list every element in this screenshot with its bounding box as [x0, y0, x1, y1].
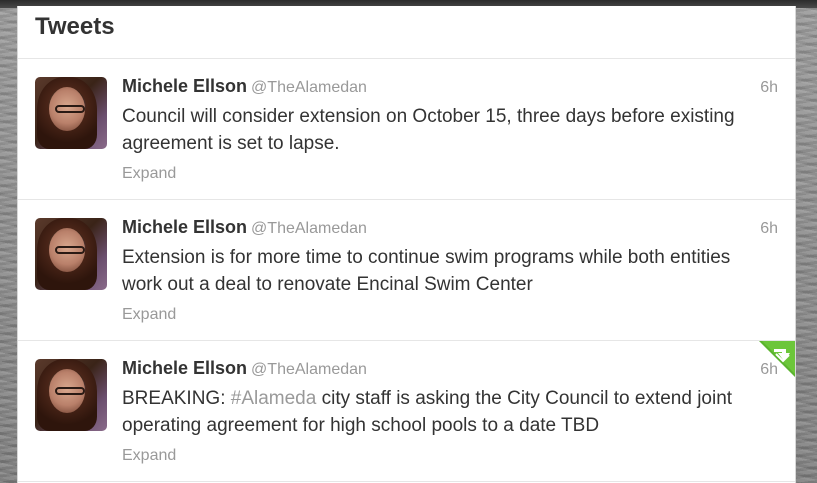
tweet-fullname[interactable]: Michele Ellson — [122, 217, 247, 237]
tweet-item[interactable]: Michele Ellson @TheAlamedan Extension is … — [18, 200, 795, 341]
tweet-username[interactable]: @TheAlamedan — [251, 79, 367, 96]
tweet-author-line: Michele Ellson @TheAlamedan — [122, 75, 775, 99]
tweet-username[interactable]: @TheAlamedan — [251, 361, 367, 378]
avatar[interactable] — [35, 359, 107, 431]
tweet-fullname[interactable]: Michele Ellson — [122, 76, 247, 96]
tweet-text: Extension is for more time to continue s… — [122, 247, 731, 295]
tweet-content: Michele Ellson @TheAlamedan BREAKING: #Al… — [122, 357, 775, 465]
tweet-content: Michele Ellson @TheAlamedan Extension is … — [122, 216, 775, 324]
tweet-item[interactable]: Michele Ellson @TheAlamedan Council will … — [18, 59, 795, 200]
avatar-glasses — [55, 387, 85, 395]
avatar[interactable] — [35, 77, 107, 149]
retweet-ribbon-icon — [759, 341, 795, 377]
panel-header: Tweets — [18, 6, 795, 59]
tweet-item[interactable]: Michele Ellson @TheAlamedan BREAKING: #Al… — [18, 341, 795, 482]
expand-link[interactable]: Expand — [122, 306, 176, 324]
tweet-fullname[interactable]: Michele Ellson — [122, 358, 247, 378]
tweet-content: Michele Ellson @TheAlamedan Council will … — [122, 75, 775, 183]
avatar-glasses — [55, 105, 85, 113]
expand-link[interactable]: Expand — [122, 165, 176, 183]
panel-title: Tweets — [35, 13, 115, 40]
tweet-text: BREAKING: #Alameda city staff is asking … — [122, 385, 775, 439]
tweet-timestamp[interactable]: 6h — [760, 220, 778, 238]
tweet-text-prefix: BREAKING: — [122, 388, 231, 409]
hashtag-link[interactable]: #Alameda — [231, 388, 317, 409]
tweet-author-line: Michele Ellson @TheAlamedan — [122, 357, 775, 381]
tweet-username[interactable]: @TheAlamedan — [251, 220, 367, 237]
tweet-timestamp[interactable]: 6h — [760, 79, 778, 97]
tweets-panel: Tweets Michele Ellson @TheAlamedan Counci… — [17, 6, 796, 483]
tweet-author-line: Michele Ellson @TheAlamedan — [122, 216, 775, 240]
tweet-text: Council will consider extension on Octob… — [122, 106, 735, 154]
avatar-glasses — [55, 246, 85, 254]
avatar[interactable] — [35, 218, 107, 290]
expand-link[interactable]: Expand — [122, 447, 176, 465]
